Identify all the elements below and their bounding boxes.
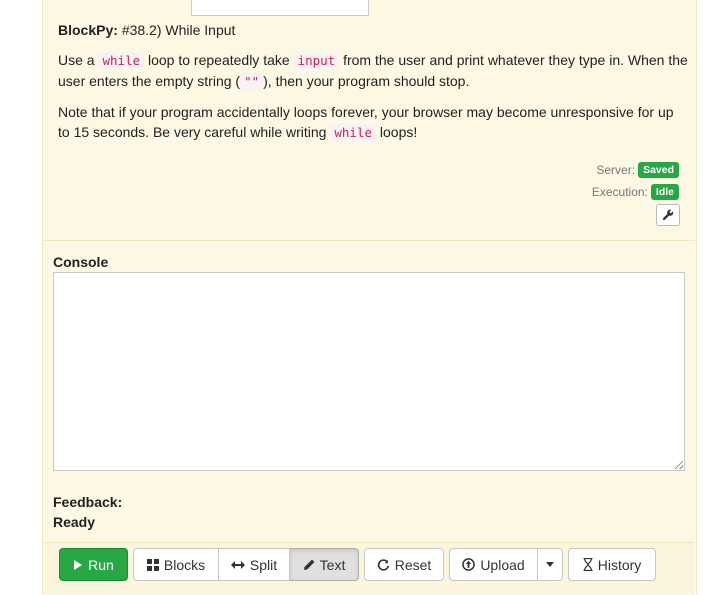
history-label: History xyxy=(597,556,642,573)
history-button[interactable]: History xyxy=(568,548,656,581)
console-output[interactable] xyxy=(53,272,685,471)
blocks-label: Blocks xyxy=(163,556,206,573)
caret-down-icon xyxy=(546,562,554,567)
code-input: input xyxy=(293,52,340,69)
code-while: while xyxy=(330,124,376,141)
execution-status-badge: Idle xyxy=(650,184,679,200)
server-label: Server: xyxy=(596,163,636,177)
instructions-paragraph-2: Note that if your program accidentally l… xyxy=(58,102,688,143)
text: loops! xyxy=(379,124,418,140)
text-button[interactable]: Text xyxy=(290,548,359,581)
reset-button[interactable]: Reset xyxy=(364,548,444,581)
code-empty-string: "" xyxy=(240,73,264,90)
reset-label: Reset xyxy=(394,556,432,573)
console-label: Console xyxy=(53,254,109,270)
instructions-paragraph-1: Use a while loop to repeatedly take inpu… xyxy=(58,50,688,92)
wrench-icon xyxy=(662,209,674,221)
settings-button[interactable] xyxy=(656,204,680,226)
upload-menu-button[interactable] xyxy=(538,548,563,581)
split-button[interactable]: Split xyxy=(219,548,290,581)
text: Use a xyxy=(58,52,95,68)
server-status-badge: Saved xyxy=(638,162,679,178)
editor-top-edge xyxy=(191,0,369,16)
arrows-horizontal-icon xyxy=(230,560,245,570)
text: ), then your program should stop. xyxy=(263,73,470,89)
blocks-button[interactable]: Blocks xyxy=(133,548,219,581)
upload-icon xyxy=(462,558,476,571)
grid-icon xyxy=(146,558,159,571)
pencil-icon xyxy=(303,559,315,571)
instructions: BlockPy: #38.2) While Input Use a while … xyxy=(58,20,688,153)
run-label: Run xyxy=(88,556,114,573)
upload-button[interactable]: Upload xyxy=(449,548,538,581)
problem-label: BlockPy: xyxy=(58,22,118,38)
section-divider xyxy=(42,240,695,241)
refresh-icon xyxy=(377,558,390,571)
run-button[interactable]: Run xyxy=(59,548,128,581)
feedback-label: Feedback: xyxy=(53,494,123,510)
upload-label: Upload xyxy=(480,556,525,573)
text: from the user and print whatever they ty… xyxy=(343,52,665,68)
code-while: while xyxy=(98,52,145,69)
text-label: Text xyxy=(319,556,346,573)
status-panel: Server: Saved Execution: Idle xyxy=(592,159,679,203)
play-icon xyxy=(73,559,83,571)
text: loop to repeatedly take xyxy=(148,52,290,68)
server-status: Server: Saved xyxy=(592,159,679,181)
split-label: Split xyxy=(249,556,278,573)
execution-status: Execution: Idle xyxy=(592,181,679,203)
feedback-status: Ready xyxy=(53,514,96,530)
hourglass-icon xyxy=(583,558,593,571)
problem-title: BlockPy: #38.2) While Input xyxy=(58,20,688,40)
problem-name: #38.2) While Input xyxy=(121,22,236,38)
execution-label: Execution: xyxy=(591,185,648,199)
resize-handle[interactable] xyxy=(675,461,683,469)
